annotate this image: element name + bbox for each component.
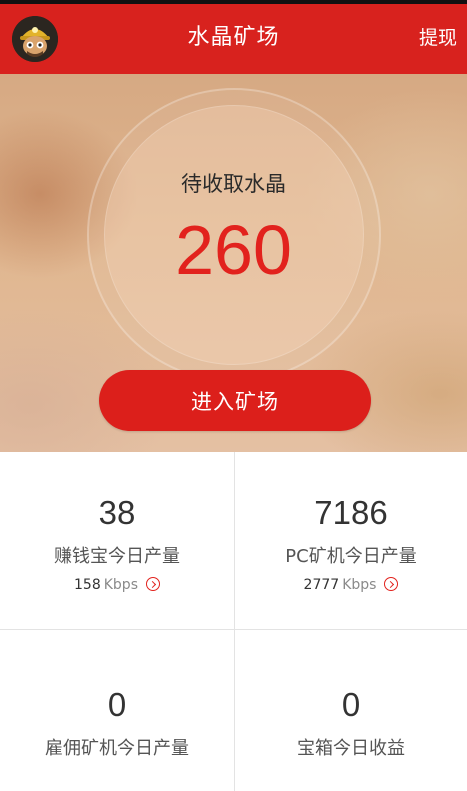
stat-value: 38 (98, 494, 136, 531)
stat-label: 宝箱今日收益 (297, 738, 405, 759)
stat-label: 赚钱宝今日产量 (54, 546, 180, 567)
stat-cell-pc-miner[interactable]: 7186 PC矿机今日产量 2777 Kbps (234, 494, 467, 593)
rate-value: 158 (74, 577, 101, 593)
stats-grid: 38 赚钱宝今日产量 158 Kbps 7186 PC矿机今日产量 2777 Kbp… (0, 452, 467, 791)
stat-rate[interactable]: 158 Kbps (0, 577, 234, 593)
stat-value: 0 (107, 686, 127, 723)
grid-divider-horizontal (0, 629, 467, 630)
stat-label: PC矿机今日产量 (285, 546, 417, 567)
stat-value: 0 (341, 686, 361, 723)
rate-unit: Kbps (342, 577, 377, 593)
stat-value: 7186 (314, 494, 388, 531)
stat-cell-zqb[interactable]: 38 赚钱宝今日产量 158 Kbps (0, 494, 234, 593)
stat-cell-hired-miner[interactable]: 0 雇佣矿机今日产量 (0, 686, 234, 760)
stat-label: 雇佣矿机今日产量 (45, 738, 189, 759)
app-header: 水晶矿场 提现 (0, 4, 467, 74)
chevron-right-circle-icon[interactable] (145, 577, 160, 591)
withdraw-link[interactable]: 提现 (419, 4, 457, 74)
stat-cell-treasure-box[interactable]: 0 宝箱今日收益 (234, 686, 467, 760)
crystal-hero-panel: 待收取水晶 260 进入矿场 (0, 74, 467, 452)
chevron-right-circle-icon[interactable] (384, 577, 399, 591)
page-title: 水晶矿场 (187, 25, 280, 50)
rate-value: 2777 (303, 577, 340, 593)
pending-crystals-value: 260 (175, 211, 292, 289)
rate-unit: Kbps (103, 577, 138, 593)
enter-mine-button[interactable]: 进入矿场 (99, 370, 371, 431)
pending-crystals-label: 待收取水晶 (181, 172, 286, 196)
stat-rate[interactable]: 2777 Kbps (234, 577, 467, 593)
